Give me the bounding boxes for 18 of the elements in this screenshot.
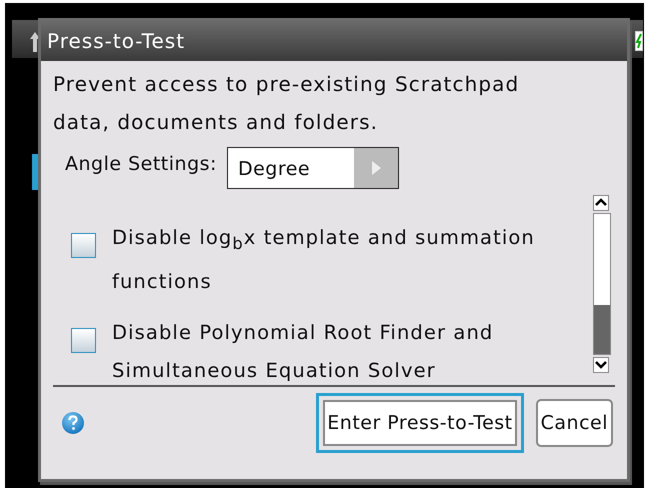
option-label: Disable log$_{b}$x template and summation functions — [112, 225, 536, 295]
angle-label: Angle Settings: — [65, 153, 217, 175]
scroll-up-icon[interactable] — [593, 195, 609, 211]
help-icon[interactable] — [61, 411, 85, 435]
scroll-down-icon[interactable] — [593, 357, 609, 373]
scroll-thumb[interactable] — [594, 305, 610, 354]
checkbox[interactable] — [71, 233, 96, 258]
angle-dropdown[interactable]: Degree — [226, 147, 399, 189]
scroll-track[interactable] — [593, 213, 611, 355]
arrow-icon — [30, 30, 40, 52]
dialog-button[interactable]: Enter Press-to-Test — [316, 393, 524, 453]
option-label: Disable Polynomial Root Finder and Simultaneous Equation Solver — [112, 320, 494, 384]
battery-icon — [635, 31, 643, 51]
caret-icon — [370, 160, 382, 176]
dialog-title: Press-to-Test — [41, 18, 627, 61]
checkbox[interactable] — [71, 328, 96, 353]
message-text: Prevent access to pre-existing Scratchpad data, documents and folders. — [53, 71, 520, 136]
dialog-button[interactable]: Cancel — [536, 399, 613, 447]
